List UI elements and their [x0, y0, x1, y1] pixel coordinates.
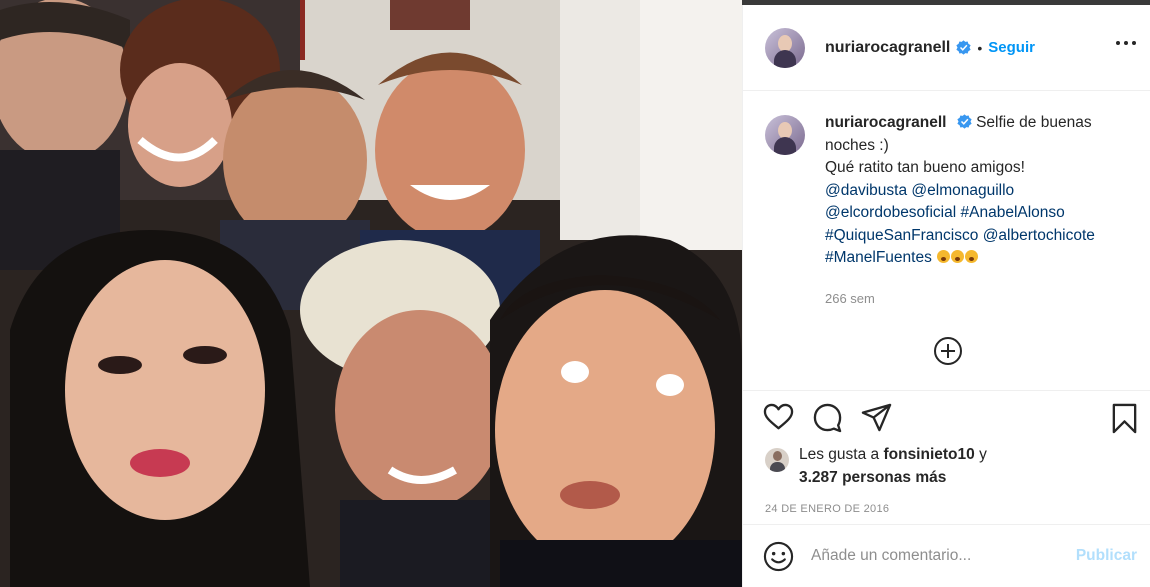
astonished-emoji-icon: [937, 250, 951, 263]
verified-badge-icon: [956, 40, 971, 55]
author-avatar[interactable]: [765, 27, 805, 68]
caption-row: nuriarocagranell Selfie de buenas noches…: [765, 112, 1128, 270]
liker-avatar[interactable]: [765, 448, 789, 472]
caption-line-2: Qué ratito tan bueno amigos!: [825, 159, 1025, 176]
share-icon[interactable]: [861, 402, 892, 433]
likes-summary: Les gusta a fonsinieto10 y 3.287 persona…: [743, 443, 1150, 489]
comment-input[interactable]: [811, 547, 1061, 565]
caption-section: nuriarocagranell Selfie de buenas noches…: [743, 91, 1150, 391]
post-header: nuriarocagranell • Seguir: [743, 5, 1150, 91]
smiley-icon[interactable]: [763, 541, 794, 572]
astonished-emoji-icon: [965, 250, 979, 263]
caption-timestamp[interactable]: 266 sem: [825, 291, 1128, 306]
liker-username[interactable]: fonsinieto10: [883, 446, 974, 463]
verified-badge-icon: [957, 114, 972, 129]
bookmark-icon[interactable]: [1109, 403, 1140, 434]
likes-joiner: y: [979, 446, 987, 463]
comment-bar: Publicar: [743, 524, 1150, 587]
astonished-emoji-icon: [951, 250, 965, 263]
likes-count[interactable]: 3.287 personas más: [799, 469, 946, 486]
post-photo[interactable]: [0, 0, 742, 587]
mention-elmonaguillo[interactable]: @elmonaguillo: [911, 182, 1014, 199]
separator-dot: •: [977, 39, 983, 56]
caption-text: nuriarocagranell Selfie de buenas noches…: [825, 112, 1128, 270]
follow-button[interactable]: Seguir: [988, 39, 1035, 56]
caption-author-username[interactable]: nuriarocagranell: [825, 114, 946, 131]
author-username[interactable]: nuriarocagranell: [825, 39, 950, 57]
likes-prefix: Les gusta a: [799, 446, 880, 463]
more-options-icon[interactable]: [1116, 41, 1136, 47]
instagram-post-view: nuriarocagranell • Seguir nuriarocagrane…: [0, 0, 1150, 587]
mention-elcordobesoficial[interactable]: @elcordobesoficial: [825, 204, 956, 221]
hashtag-manelfuentes[interactable]: #ManelFuentes: [825, 249, 932, 266]
action-bar: [743, 391, 1150, 443]
mention-albertochicote[interactable]: @albertochicote: [983, 227, 1095, 244]
post-date[interactable]: 24 DE ENERO DE 2016: [743, 503, 1150, 515]
likes-text: Les gusta a fonsinieto10 y 3.287 persona…: [799, 443, 1059, 489]
caption-author-avatar[interactable]: [765, 115, 805, 155]
comment-icon[interactable]: [812, 402, 843, 433]
heart-icon[interactable]: [763, 402, 794, 433]
selfie-photo-illustration: [0, 0, 742, 587]
publish-button[interactable]: Publicar: [1076, 547, 1137, 565]
post-sidebar: nuriarocagranell • Seguir nuriarocagrane…: [742, 5, 1150, 587]
plus-circle-icon[interactable]: [933, 336, 963, 366]
hashtag-quiquesanfrancisco[interactable]: #QuiqueSanFrancisco: [825, 227, 978, 244]
mention-davibusta[interactable]: @davibusta: [825, 182, 907, 199]
hashtag-anabelalonso[interactable]: #AnabelAlonso: [961, 204, 1065, 221]
